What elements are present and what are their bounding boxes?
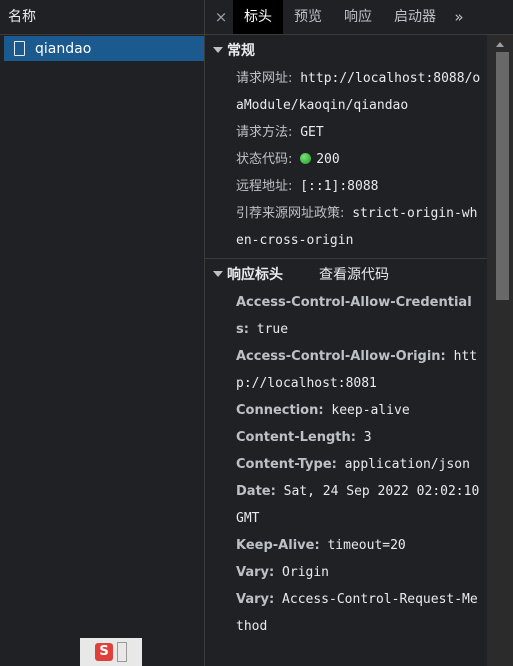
response-header-row: Date: Sat, 24 Sep 2022 02:02:10 GMT [236,478,483,532]
header-key: Keep-Alive: [236,538,320,553]
response-header-row: Access-Control-Allow-Origin: http://loca… [236,343,483,397]
close-icon[interactable]: × [209,8,233,26]
request-row-qiandao[interactable]: qiandao [4,36,204,61]
triangle-down-icon [213,47,223,53]
header-key: Connection: [236,403,324,418]
request-method-value: GET [300,125,324,140]
response-header-row: Content-Type: application/json [236,451,483,478]
details-tabbar: × 标头 预览 响应 启动器 » [205,0,513,35]
details-panel: × 标头 预览 响应 启动器 » 常规 请求网址: http://localho… [205,0,513,666]
tab-headers[interactable]: 标头 [233,0,283,34]
header-key: Content-Length: [236,430,356,445]
status-ok-icon [300,153,312,164]
header-value: timeout=20 [327,538,406,553]
response-header-row: Keep-Alive: timeout=20 [236,532,483,559]
header-value: Origin [282,565,330,580]
request-name: qiandao [35,40,92,57]
status-code-row: 状态代码: 200 [236,146,483,173]
response-header-row: Connection: keep-alive [236,397,483,424]
request-url-key: 请求网址: [236,71,293,86]
referrer-policy-key: 引荐来源网址政策: [236,206,345,221]
request-url-row: 请求网址: http://localhost:8088/oaModule/kao… [236,65,483,119]
view-source-link[interactable]: 查看源代码 [319,264,389,284]
request-list-panel: 名称 qiandao S [0,0,205,666]
name-column-header[interactable]: 名称 [0,0,204,35]
header-value: true [256,322,289,337]
response-headers-title: 响应标头 [227,267,283,283]
response-header-row: Vary: Access-Control-Request-Method [236,586,483,640]
header-value: 3 [363,430,372,445]
request-method-key: 请求方法: [236,125,293,140]
remote-address-key: 远程地址: [236,179,293,194]
sogou-logo: S [95,643,113,661]
scroll-up-arrow-icon[interactable] [496,42,504,47]
more-tabs-icon[interactable]: » [449,8,469,26]
response-header-row: Content-Length: 3 [236,424,483,451]
header-value: application/json [344,457,470,472]
referrer-policy-row: 引荐来源网址政策: strict-origin-when-cross-origi… [236,200,483,254]
scrollbar-thumb[interactable] [496,52,509,300]
triangle-down-icon [213,271,223,277]
tab-preview[interactable]: 预览 [283,0,333,34]
ime-indicator [117,642,127,662]
document-icon [14,41,25,56]
sogou-input-icon[interactable]: S [80,638,142,666]
remote-address-value: [::1]:8088 [300,179,379,194]
status-code-key: 状态代码: [236,152,293,167]
header-key: Vary: [236,565,275,580]
general-title: 常规 [227,43,255,59]
remote-address-row: 远程地址: [::1]:8088 [236,173,483,200]
response-header-row: Vary: Origin [236,559,483,586]
header-value: keep-alive [331,403,410,418]
headers-content: 常规 请求网址: http://localhost:8088/oaModule/… [205,35,487,666]
header-key: Access-Control-Allow-Origin: [236,349,446,364]
status-code-value: 200 [316,152,340,167]
response-header-row: Access-Control-Allow-Credentials: true [236,289,483,343]
tab-initiator[interactable]: 启动器 [383,0,447,34]
header-key: Date: [236,484,276,499]
tab-response[interactable]: 响应 [333,0,383,34]
header-key: Vary: [236,592,275,607]
vertical-scrollbar[interactable] [487,35,513,666]
header-key: Content-Type: [236,457,337,472]
general-section-header[interactable]: 常规 [205,35,487,65]
response-headers-section-header[interactable]: 响应标头 查看源代码 [205,258,487,289]
request-method-row: 请求方法: GET [236,119,483,146]
